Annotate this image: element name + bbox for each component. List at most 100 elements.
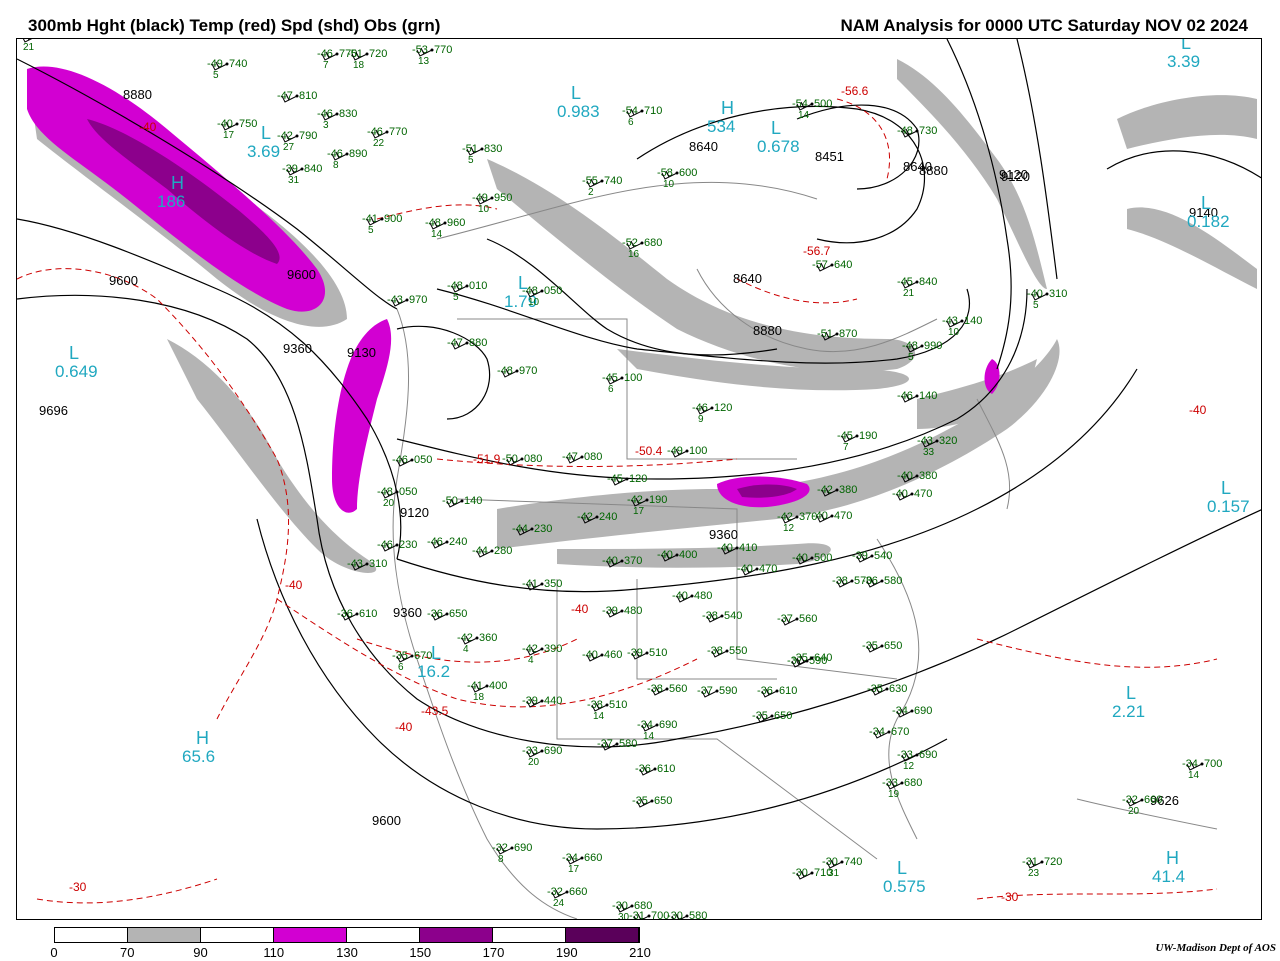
obs-height: 560 <box>669 683 687 695</box>
obs-height: 580 <box>619 738 637 750</box>
obs-temperature: -50 <box>442 495 458 507</box>
obs-speed: 21 <box>903 288 915 299</box>
obs-temperature: -35 <box>862 640 878 652</box>
obs-temperature: -34 <box>892 705 908 717</box>
obs-height: 660 <box>569 886 587 898</box>
obs-height: 600 <box>679 167 697 179</box>
obs-temperature: -35 <box>867 683 883 695</box>
obs-temperature: -46 <box>317 108 333 120</box>
obs-height: 970 <box>519 365 537 377</box>
obs-temperature: -34 <box>869 726 885 738</box>
pressure-center-value: 3.69 <box>247 142 280 161</box>
obs-temperature: -36 <box>635 763 651 775</box>
obs-speed: 7 <box>843 442 849 453</box>
obs-height: 540 <box>874 550 892 562</box>
obs-speed: 9 <box>698 414 704 425</box>
pressure-center-letter: H <box>196 728 209 748</box>
height-label: 9360 <box>709 527 738 542</box>
obs-temperature: -37 <box>597 738 613 750</box>
obs-temperature: -40 <box>1027 288 1043 300</box>
pressure-center-letter: H <box>721 98 734 118</box>
obs-temperature: -32 <box>547 886 563 898</box>
temperature-label: -40 <box>285 578 303 592</box>
obs-speed: 14 <box>798 110 810 121</box>
obs-height: 690 <box>914 705 932 717</box>
obs-temperature: -35 <box>752 710 768 722</box>
temperature-label: -43.5 <box>421 704 449 718</box>
obs-temperature: -46 <box>367 126 383 138</box>
obs-speed: 14 <box>431 229 443 240</box>
obs-temperature: -30 <box>667 910 683 920</box>
obs-height: 590 <box>719 685 737 697</box>
obs-height: 720 <box>369 48 387 60</box>
obs-temperature: -43 <box>387 294 403 306</box>
obs-speed: 3 <box>323 120 329 131</box>
obs-temperature: -38 <box>707 645 723 657</box>
pressure-center-letter: L <box>261 123 271 143</box>
pressure-center-letter: L <box>431 643 441 663</box>
height-label: 8880 <box>753 323 782 338</box>
obs-height: 510 <box>649 647 667 659</box>
obs-height: 560 <box>799 613 817 625</box>
obs-temperature: -42 <box>817 484 833 496</box>
obs-temperature: -42 <box>577 511 593 523</box>
obs-height: 680 <box>644 237 662 249</box>
obs-temperature: -42 <box>277 130 293 142</box>
obs-temperature: -48 <box>522 285 538 297</box>
obs-speed: 21 <box>23 42 35 53</box>
obs-temperature: -39 <box>852 550 868 562</box>
obs-temperature: -42 <box>522 643 538 655</box>
obs-temperature: -36 <box>337 608 353 620</box>
obs-speed: 7 <box>323 60 329 71</box>
colorbar-segment <box>420 928 493 942</box>
obs-temperature: -36 <box>862 575 878 587</box>
obs-temperature: -46 <box>377 539 393 551</box>
height-label: 8451 <box>815 149 844 164</box>
obs-temperature: -35 <box>632 795 648 807</box>
pressure-center-value: 186 <box>157 192 185 211</box>
temperature-label: -51.9 <box>473 452 501 466</box>
obs-height: 580 <box>689 910 707 920</box>
pressure-center-letter: L <box>897 858 907 878</box>
obs-height: 050 <box>399 486 417 498</box>
obs-speed: 14 <box>593 711 605 722</box>
obs-temperature: -40 <box>717 542 733 554</box>
obs-temperature: -38 <box>647 683 663 695</box>
colorbar-segment <box>55 928 128 942</box>
colorbar-label: 130 <box>336 945 358 960</box>
obs-height: 120 <box>714 402 732 414</box>
obs-height: 880 <box>469 337 487 349</box>
colorbar-segment <box>128 928 201 942</box>
pressure-center-value: 0.649 <box>55 362 98 381</box>
obs-temperature: -51 <box>817 328 833 340</box>
obs-temperature: -42 <box>457 632 473 644</box>
obs-height: 740 <box>604 175 622 187</box>
obs-temperature: -40 <box>792 552 808 564</box>
obs-temperature: -31 <box>1022 856 1038 868</box>
height-label: 9696 <box>39 403 68 418</box>
obs-temperature: -45 <box>837 430 853 442</box>
obs-temperature: -51 <box>347 48 363 60</box>
obs-height: 720 <box>1044 856 1062 868</box>
obs-speed: 23 <box>1028 868 1040 879</box>
height-label: 9130 <box>347 345 376 360</box>
colorbar-label: 150 <box>409 945 432 960</box>
obs-height: 140 <box>919 390 937 402</box>
obs-height: 350 <box>544 578 562 590</box>
obs-temperature: -47 <box>562 451 578 463</box>
obs-temperature: -48 <box>897 125 913 137</box>
obs-temperature: -34 <box>1182 758 1198 770</box>
obs-height: 650 <box>449 608 467 620</box>
pressure-center-letter: H <box>171 173 184 193</box>
obs-temperature: -37 <box>777 613 793 625</box>
obs-height: 870 <box>839 328 857 340</box>
obs-height: 280 <box>494 545 512 557</box>
obs-temperature: -30 <box>822 856 838 868</box>
obs-height: 690 <box>659 719 677 731</box>
obs-temperature: -45 <box>607 473 623 485</box>
credit-label: UW-Madison Dept of AOS <box>1155 942 1276 954</box>
obs-speed: 5 <box>213 70 219 81</box>
pressure-center-value: 2.21 <box>1112 702 1145 721</box>
obs-temperature: -46 <box>392 454 408 466</box>
obs-speed: 8 <box>333 160 339 171</box>
